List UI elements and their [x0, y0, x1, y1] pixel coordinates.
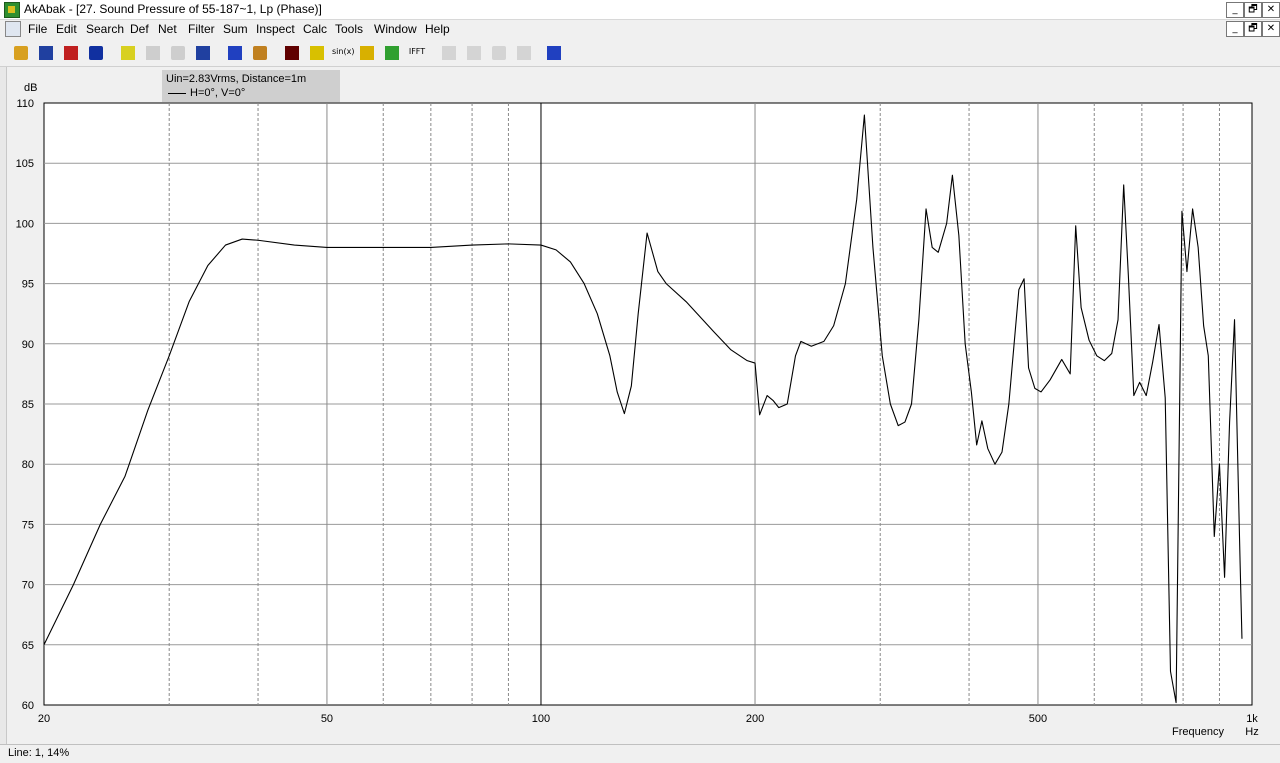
book-icon	[285, 46, 299, 60]
oscillator-button[interactable]	[306, 42, 328, 64]
plot-gray2-button[interactable]	[463, 42, 485, 64]
graph-axes-icon	[196, 46, 210, 60]
ifft-label: IFFT	[408, 47, 426, 56]
ruler-icon	[171, 46, 185, 60]
driver-orange-button[interactable]	[249, 42, 271, 64]
book-button[interactable]	[281, 42, 303, 64]
plot-gray1-icon	[442, 46, 456, 60]
plot-yellow-icon	[360, 46, 374, 60]
speaker-blue-button[interactable]	[85, 42, 107, 64]
y-tick-label: 110	[16, 98, 34, 110]
chart-legend: Uin=2.83Vrms, Distance=1m H=0°, V=0°	[162, 70, 340, 102]
menu-help[interactable]: Help	[425, 22, 450, 36]
save-disk-button[interactable]	[35, 42, 57, 64]
restore-button[interactable]: 🗗	[1244, 2, 1262, 18]
x-tick-label: 500	[1029, 713, 1047, 725]
sine-button[interactable]: sin(x)	[331, 42, 355, 64]
document-check-button[interactable]	[117, 42, 139, 64]
menu-def[interactable]: Def	[130, 22, 149, 36]
x-tick-label: 1k	[1246, 713, 1258, 725]
legend-line-swatch	[168, 93, 186, 94]
menu-file[interactable]: File	[28, 22, 47, 36]
plot-gray4-icon	[517, 46, 531, 60]
document-icon[interactable]	[5, 21, 21, 37]
wand-button[interactable]	[142, 42, 164, 64]
doc-restore-button[interactable]: 🗗	[1244, 21, 1262, 37]
y-tick-label: 70	[22, 580, 34, 592]
speaker-blue-icon	[89, 46, 103, 60]
minimize-button[interactable]: _	[1226, 2, 1244, 18]
x-tick-label: 200	[746, 713, 764, 725]
x-tick-label: 50	[321, 713, 333, 725]
status-text: Line: 1, 14%	[8, 747, 70, 759]
close-button[interactable]: ✕	[1262, 2, 1280, 18]
doc-close-button[interactable]: ✕	[1262, 21, 1280, 37]
menu-sum[interactable]: Sum	[223, 22, 248, 36]
doc-minimize-button[interactable]: _	[1226, 21, 1244, 37]
chart-window-icon	[547, 46, 561, 60]
y-tick-label: 75	[22, 519, 34, 531]
legend-series-label: H=0°, V=0°	[190, 87, 246, 99]
x-axis-unit: Hz	[1245, 726, 1258, 738]
document-check-icon	[121, 46, 135, 60]
title-bar: AkAbak - [27. Sound Pressure of 55-187~1…	[0, 0, 1280, 20]
plot-green-icon	[385, 46, 399, 60]
y-tick-label: 105	[16, 158, 34, 170]
toolbar: sin(x) IFFT	[0, 39, 1280, 67]
app-logo-icon	[4, 2, 20, 18]
menu-inspect[interactable]: Inspect	[256, 22, 295, 36]
driver-button[interactable]	[224, 42, 246, 64]
menu-net[interactable]: Net	[158, 22, 177, 36]
frequency-response-chart[interactable]: 60 65 70 75 80 85 90 95 100 105 110 20 50 100 200 500 1k…	[0, 67, 1280, 744]
x-axis-label: Frequency	[1172, 726, 1224, 738]
menu-edit[interactable]: Edit	[56, 22, 77, 36]
window-title: AkAbak - [27. Sound Pressure of 55-187~1…	[24, 2, 322, 16]
y-tick-label: 95	[22, 279, 34, 291]
y-tick-label: 85	[22, 399, 34, 411]
save-disk-icon	[39, 46, 53, 60]
y-tick-label: 80	[22, 459, 34, 471]
plot-yellow-button[interactable]	[356, 42, 378, 64]
sine-label: sin(x)	[332, 47, 355, 56]
plot-gray3-button[interactable]	[488, 42, 510, 64]
ruler-button[interactable]	[167, 42, 189, 64]
driver-orange-icon	[253, 46, 267, 60]
plot-gray4-button[interactable]	[513, 42, 535, 64]
plot-gray3-icon	[492, 46, 506, 60]
legend-conditions: Uin=2.83Vrms, Distance=1m	[166, 73, 307, 85]
x-tick-label: 100	[532, 713, 550, 725]
x-tick-label: 20	[38, 713, 50, 725]
y-tick-label: 60	[22, 700, 34, 712]
speaker-red-icon	[64, 46, 78, 60]
y-tick-label: 65	[22, 640, 34, 652]
speaker-red-button[interactable]	[60, 42, 82, 64]
status-bar: Line: 1, 14%	[0, 744, 1280, 763]
wand-icon	[146, 46, 160, 60]
y-axis-label: dB	[24, 82, 37, 94]
menu-window[interactable]: Window	[374, 22, 417, 36]
menu-filter[interactable]: Filter	[188, 22, 215, 36]
plot-gray2-icon	[467, 46, 481, 60]
y-tick-label: 100	[16, 218, 34, 230]
oscillator-icon	[310, 46, 324, 60]
menu-calc[interactable]: Calc	[303, 22, 327, 36]
driver-icon	[228, 46, 242, 60]
open-folder-icon	[14, 46, 28, 60]
y-tick-label: 90	[22, 339, 34, 351]
plot-green-button[interactable]	[381, 42, 403, 64]
open-folder-button[interactable]	[10, 42, 32, 64]
menu-search[interactable]: Search	[86, 22, 124, 36]
graph-axes-button[interactable]	[192, 42, 214, 64]
ifft-button[interactable]: IFFT	[406, 42, 428, 64]
plot-gray1-button[interactable]	[438, 42, 460, 64]
menu-tools[interactable]: Tools	[335, 22, 363, 36]
chart-window-button[interactable]	[543, 42, 565, 64]
menu-bar: File Edit Search Def Net Filter Sum Insp…	[0, 20, 1280, 38]
